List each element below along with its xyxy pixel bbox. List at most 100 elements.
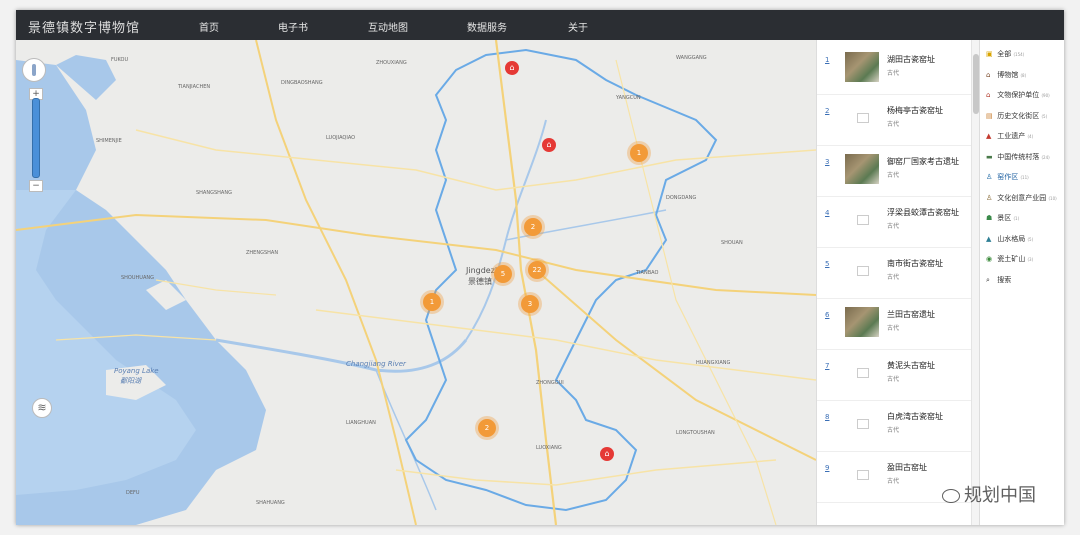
result-thumbnail[interactable]	[845, 205, 879, 235]
result-name[interactable]: 杨梅亭古瓷窑址	[887, 105, 943, 116]
result-name[interactable]: 浮梁县蛟潭古瓷窑址	[887, 207, 959, 218]
map-cluster[interactable]: 22	[528, 261, 546, 279]
result-name[interactable]: 兰田古窑遗址	[887, 309, 935, 320]
result-item[interactable]: 6 兰田古窑遗址 古代	[817, 299, 971, 350]
result-name[interactable]: 盈田古窑址	[887, 462, 927, 473]
interactive-map[interactable]: FUKOU TIANJIACHEN DINGBAOSHANG ZHOUXIANG…	[16, 40, 816, 525]
zoom-out-button[interactable]: −	[29, 180, 43, 192]
category-search[interactable]: ⌕ 搜索	[986, 275, 1011, 285]
category-museum[interactable]: ⌂ 博物馆 (8)	[986, 70, 1026, 80]
app-frame: 景德镇数字博物馆 首页 电子书 互动地图 数据服务 关于 FUKOU TIANJ…	[16, 10, 1064, 525]
result-index[interactable]: 2	[825, 107, 829, 115]
result-era: 古代	[887, 274, 900, 281]
result-item[interactable]: 1 湖田古瓷窑址 古代	[817, 44, 971, 95]
result-index[interactable]: 8	[825, 413, 829, 421]
museum-icon: ⌂	[986, 70, 991, 79]
category-label: 文化创意产业园	[997, 193, 1047, 202]
result-item[interactable]: 4 浮梁县蛟潭古瓷窑址古代	[817, 197, 971, 248]
result-item[interactable]: 5 南市街古瓷窑址古代	[817, 248, 971, 299]
result-thumbnail[interactable]	[845, 52, 879, 82]
result-thumbnail[interactable]	[845, 154, 879, 184]
result-thumbnail[interactable]	[845, 103, 879, 133]
result-index[interactable]: 4	[825, 209, 829, 217]
map-label: TIANBAO	[636, 270, 659, 276]
compass-icon[interactable]	[22, 58, 46, 82]
map-label: WANGGANG	[676, 55, 707, 61]
category-village[interactable]: ▬ 中国传统村落 (24)	[986, 152, 1050, 162]
category-label: 全部	[997, 50, 1012, 58]
result-index[interactable]: 9	[825, 464, 829, 472]
category-culture[interactable]: ♙ 文化创意产业园 (10)	[986, 193, 1057, 203]
map-cluster[interactable]: 3	[521, 295, 539, 313]
category-count: (5)	[1041, 113, 1048, 119]
result-thumbnail[interactable]	[845, 460, 879, 490]
map-label: LUOJIAQIAO	[326, 135, 356, 141]
result-name[interactable]: 御窑厂国家考古遗址	[887, 156, 959, 167]
results-scrollbar[interactable]	[971, 40, 979, 525]
category-label: 工业遗产	[997, 132, 1026, 140]
category-count: (1)	[1013, 216, 1020, 221]
result-index[interactable]: 3	[825, 158, 829, 166]
result-name[interactable]: 白虎湾古瓷窑址	[887, 411, 943, 422]
map-label: SHOUAN	[721, 240, 743, 246]
result-thumbnail[interactable]	[845, 256, 879, 286]
map-label: DINGBAOSHANG	[281, 80, 323, 86]
map-label: SHAHUANG	[256, 500, 285, 506]
category-mountain[interactable]: ▲ 山水格局 (5)	[986, 234, 1033, 244]
category-industry[interactable]: ▲ 工业遗产 (4)	[986, 131, 1033, 141]
result-era: 古代	[887, 223, 900, 230]
category-heritage[interactable]: ⌂ 文物保护单位 (90)	[986, 90, 1050, 100]
nav-interactive-map[interactable]: 互动地图	[368, 19, 408, 34]
result-name[interactable]: 湖田古瓷窑址	[887, 54, 935, 65]
result-item[interactable]: 7 黄泥头古窑址 古代	[817, 350, 971, 401]
result-name[interactable]: 黄泥头古窑址	[887, 360, 935, 371]
result-item[interactable]: 2 杨梅亭古瓷窑址 古代	[817, 95, 971, 146]
result-name[interactable]: 南市街古瓷窑址	[887, 258, 943, 269]
map-label: SHIMENJIE	[96, 138, 122, 144]
map-lake-label-cn: 鄱阳湖	[120, 377, 141, 385]
category-mine[interactable]: ◉ 瓷土矿山 (3)	[986, 254, 1033, 264]
map-cluster[interactable]: 2	[478, 419, 496, 437]
poi-marker[interactable]: ⌂	[600, 447, 614, 461]
top-nav-bar: 景德镇数字博物馆 首页 电子书 互动地图 数据服务 关于	[16, 10, 1064, 40]
category-scenic[interactable]: ☗ 景区 (1)	[986, 213, 1019, 223]
industry-icon: ▲	[986, 132, 992, 140]
result-index[interactable]: 6	[825, 311, 829, 319]
result-thumbnail[interactable]	[845, 358, 879, 388]
result-thumbnail[interactable]	[845, 409, 879, 439]
category-folder[interactable]: ▣ 全部 (154)	[986, 49, 1024, 59]
layers-icon[interactable]: ≋	[32, 398, 52, 418]
result-item[interactable]: 3 御窑厂国家考古遗址 古代	[817, 146, 971, 197]
result-index[interactable]: 7	[825, 362, 829, 370]
zoom-slider[interactable]	[32, 98, 40, 178]
map-cluster[interactable]: 2	[524, 218, 542, 236]
category-count: (8)	[1020, 72, 1027, 78]
nav-home[interactable]: 首页	[199, 19, 219, 34]
category-label: 山水格局	[997, 234, 1026, 243]
map-cluster[interactable]: 5	[494, 265, 512, 283]
map-label: DONGDANG	[666, 195, 697, 201]
poi-marker[interactable]: ⌂	[542, 138, 556, 152]
category-count: (5)	[1027, 236, 1034, 242]
map-label: FUKOU	[111, 57, 129, 63]
map-cluster[interactable]: 1	[630, 144, 648, 162]
map-label: ZHONGGUI	[536, 380, 564, 386]
category-label: 窑作区	[997, 173, 1019, 181]
nav-about[interactable]: 关于	[568, 19, 588, 34]
result-index[interactable]: 5	[825, 260, 829, 268]
map-label: LUOXIANG	[536, 445, 562, 451]
nav-ebook[interactable]: 电子书	[278, 19, 308, 34]
map-label: ZHOUXIANG	[376, 60, 407, 66]
category-district[interactable]: ▤ 历史文化街区 (5)	[986, 111, 1047, 121]
result-index[interactable]: 1	[825, 56, 829, 64]
nav-data-service[interactable]: 数据服务	[467, 19, 507, 34]
map-label: DEFU	[126, 490, 140, 496]
category-count: (10)	[1048, 195, 1057, 201]
result-thumbnail[interactable]	[845, 307, 879, 337]
category-kiln[interactable]: ♙ 窑作区 (11)	[986, 172, 1029, 182]
site-brand[interactable]: 景德镇数字博物馆	[28, 17, 140, 36]
result-item[interactable]: 8 白虎湾古瓷窑址 古代	[817, 401, 971, 452]
map-cluster[interactable]: 1	[423, 293, 441, 311]
map-label: ZHENGSHAN	[246, 250, 279, 256]
poi-marker[interactable]: ⌂	[505, 61, 519, 75]
